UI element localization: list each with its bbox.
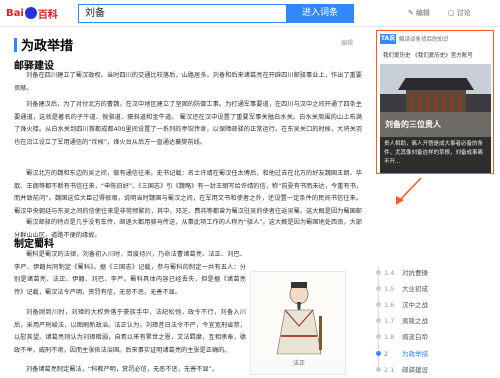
heading-bar xyxy=(14,37,17,52)
edit-link[interactable]: ✎ 编辑 xyxy=(408,8,430,18)
portrait-image xyxy=(257,276,341,356)
pencil-icon: ✎ xyxy=(408,9,414,17)
paragraph: 刘备诸葛亮制定蜀法，“科教严明，赏罚必信，无恶不惩，无善不显”。 xyxy=(26,366,219,373)
video-thumbnail[interactable]: 刘备的三位贵人 xyxy=(380,64,491,137)
logo-text: 百科 xyxy=(37,9,58,21)
chat-icon: ▢ xyxy=(448,9,455,17)
ta-badge: TA说 xyxy=(380,34,396,44)
baike-logo[interactable]: Bai 百科 xyxy=(6,6,58,21)
paragraph: 刘备刚到川时，刘璋的大权旁落于豪族手中，法纪松弛，政令不行，刘备入川后，采用严刑… xyxy=(14,309,246,354)
paragraph: 刘备建汉后，为了对付北方的曹魏，在汉中地区建立了坚固的防御工事。为打通军事要道，… xyxy=(14,101,362,146)
toc-item[interactable]: 1.8 病逝白帝 xyxy=(384,331,428,341)
discuss-label: 讨论 xyxy=(456,9,471,17)
toc-item[interactable]: 1.6 汉中之战 xyxy=(384,299,428,309)
paw-icon xyxy=(24,7,37,19)
account-name[interactable]: 我们爱历史 《我们爱历史》官方账号 xyxy=(383,51,473,59)
paragraph: 蜀科是蜀汉的法律，刘备初入川时，百废待兴，乃命法曹诸葛亮、法正、刘巴、李严、伊籍… xyxy=(14,251,246,296)
toc-item[interactable]: 1.7 夷陵之战 xyxy=(384,315,428,325)
section-edit-link[interactable]: 编辑 xyxy=(341,38,353,47)
article-content: 为政举措 编辑 邮驿建设 刘备在四川建立了蜀汉政权。当时四川的交通比较落后，山路… xyxy=(0,27,365,378)
subsection-title: 制定蜀科 xyxy=(14,239,54,250)
toc-item[interactable]: 1.5 大业初成 xyxy=(384,283,428,293)
panel-description: 贵人相助，离人开悟是成大事者必备的条件，尤其像刘备这样的草根，刘备成事离不开..… xyxy=(380,137,491,173)
toc-item-active[interactable]: 2 为政举措 xyxy=(384,348,428,358)
top-bar: Bai 百科 刘备 进入词条 ✎ 编辑 ▢ 讨论 xyxy=(0,0,500,27)
toc-item[interactable]: 2.1 邮驿建设 xyxy=(384,364,428,374)
ta-shuo-panel[interactable]: TA说 解读词条背后的知识 我们爱历史 《我们爱历史》官方账号 刘备的三位贵人 … xyxy=(376,30,494,174)
paragraph: 蜀汉邮驿的特点是几乎没有车传，邮递大都用骑马传送，从事此项工作的人称为“驿人”。… xyxy=(14,217,362,243)
search-button[interactable]: 进入词条 xyxy=(286,4,354,23)
section-heading: 为政举措 xyxy=(14,35,73,54)
paragraph: 刘备在四川建立了蜀汉政权。当时四川的交通比较落后，山路居多。刘备和后来诸葛亮在开… xyxy=(14,72,362,92)
portrait-figure[interactable]: 法正 xyxy=(250,271,346,375)
search-input[interactable]: 刘备 xyxy=(78,4,286,23)
section-title: 为政举措 xyxy=(21,39,74,54)
figure-caption: 法正 xyxy=(292,360,305,367)
toc-item[interactable]: 1.4 对抗曹操 xyxy=(384,267,428,277)
discuss-link[interactable]: ▢ 讨论 xyxy=(448,8,471,18)
edit-label: 编辑 xyxy=(415,9,430,17)
panel-title: 解读词条背后的知识 xyxy=(399,37,449,43)
thumbnail-caption: 刘备的三位贵人 xyxy=(385,120,441,129)
panel-header: TA说 解读词条背后的知识 xyxy=(380,34,449,44)
